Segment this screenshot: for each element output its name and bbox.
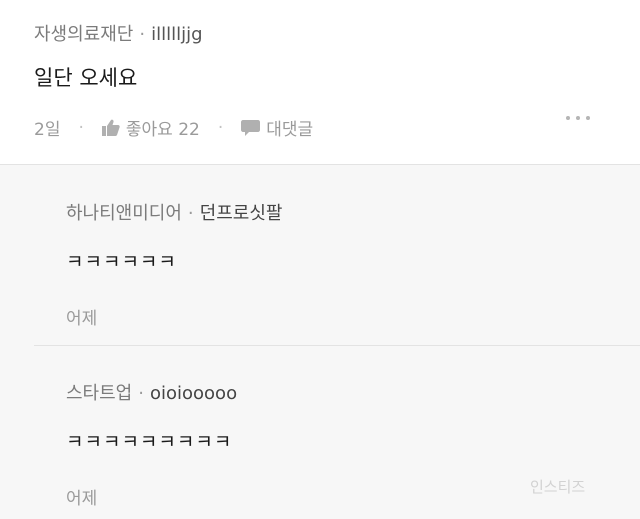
comment-divider (34, 345, 640, 346)
reply-button[interactable]: 대댓글 (241, 115, 313, 140)
watermark: 인스티즈 (530, 478, 586, 496)
post-meta: 자생의료재단 · illllljjg (34, 20, 203, 46)
comment-meta: 스타트업 · oioiooooo (66, 379, 626, 405)
thumbs-up-icon (101, 119, 120, 136)
comment-meta: 하나티앤미디어 · 던프로싯팔 (66, 199, 626, 225)
comment-list: 하나티앤미디어 · 던프로싯팔 ㅋㅋㅋㅋㅋㅋ 어제 스타트업 · oioiooooo ㅋ… (0, 164, 640, 519)
comment-author[interactable]: 던프로싯팔 (200, 203, 283, 224)
post: 자생의료재단 · illllljjg 일단 오세요 2일 · 좋아요 22 · 대댓… (0, 0, 640, 164)
comment-time: 어제 (66, 309, 98, 329)
comment-community[interactable]: 하나티앤미디어 (66, 203, 182, 224)
like-button[interactable]: 좋아요 22 (101, 115, 200, 140)
action-separator: · (217, 117, 224, 138)
meta-separator-dot: · (187, 203, 194, 224)
action-separator: · (78, 117, 84, 138)
more-dots-icon[interactable] (566, 116, 590, 120)
speech-bubble-icon (241, 120, 261, 136)
post-author[interactable]: illllljjg (151, 24, 202, 45)
comment-body: ㅋㅋㅋㅋㅋㅋ (66, 251, 177, 273)
comment-author[interactable]: oioiooooo (150, 383, 237, 404)
post-time: 2일 (34, 120, 61, 140)
like-label: 좋아요 22 (125, 120, 200, 140)
comment-item: 하나티앤미디어 · 던프로싯팔 ㅋㅋㅋㅋㅋㅋ 어제 (66, 199, 626, 329)
meta-separator-dot: · (139, 24, 146, 45)
comment-community[interactable]: 스타트업 (66, 383, 132, 404)
post-community[interactable]: 자생의료재단 (34, 24, 133, 45)
post-body: 일단 오세요 (34, 66, 138, 90)
meta-separator-dot: · (138, 383, 144, 404)
post-actions: 2일 · 좋아요 22 · 대댓글 (34, 115, 313, 141)
comment-body: ㅋㅋㅋㅋㅋㅋㅋㅋㅋ (66, 431, 233, 453)
reply-label: 대댓글 (266, 120, 314, 140)
